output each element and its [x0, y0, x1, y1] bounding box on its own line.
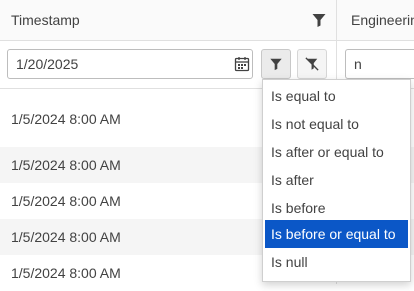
engineering-filter-value: n: [354, 56, 362, 72]
column-header-engineering[interactable]: Engineerin: [337, 0, 414, 40]
filter-operator-menu: Is equal to Is not equal to Is after or …: [262, 79, 411, 282]
engineering-filter-input[interactable]: n: [345, 49, 414, 79]
menu-item-is-not-equal-to[interactable]: Is not equal to: [263, 110, 410, 138]
menu-item-is-before[interactable]: Is before: [263, 194, 410, 222]
timestamp-cell: 1/5/2024 8:00 AM: [11, 111, 121, 127]
filter-clear-icon: [305, 57, 319, 71]
timestamp-cell: 1/5/2024 8:00 AM: [11, 157, 121, 173]
funnel-icon: [270, 58, 282, 71]
grid-header-row: Timestamp Engineerin: [0, 0, 414, 41]
date-filter-value: 1/20/2025: [16, 56, 79, 72]
filter-operator-button[interactable]: [261, 49, 291, 79]
menu-item-is-null[interactable]: Is null: [263, 248, 410, 276]
menu-item-is-equal-to[interactable]: Is equal to: [263, 82, 410, 110]
column-header-label: Timestamp: [11, 12, 80, 28]
funnel-icon[interactable]: [311, 12, 327, 28]
clear-filter-button[interactable]: [297, 49, 327, 79]
calendar-icon[interactable]: [234, 56, 250, 72]
menu-item-is-after[interactable]: Is after: [263, 166, 410, 194]
timestamp-cell: 1/5/2024 8:00 AM: [11, 229, 121, 245]
timestamp-cell: 1/5/2024 8:00 AM: [11, 193, 121, 209]
column-header-timestamp[interactable]: Timestamp: [0, 0, 337, 40]
menu-item-is-before-or-equal-to[interactable]: Is before or equal to: [265, 220, 408, 248]
column-header-label: Engineerin: [351, 12, 414, 28]
menu-item-is-after-or-equal-to[interactable]: Is after or equal to: [263, 138, 410, 166]
date-filter-input[interactable]: 1/20/2025: [7, 49, 253, 79]
timestamp-cell: 1/5/2024 8:00 AM: [11, 265, 121, 281]
